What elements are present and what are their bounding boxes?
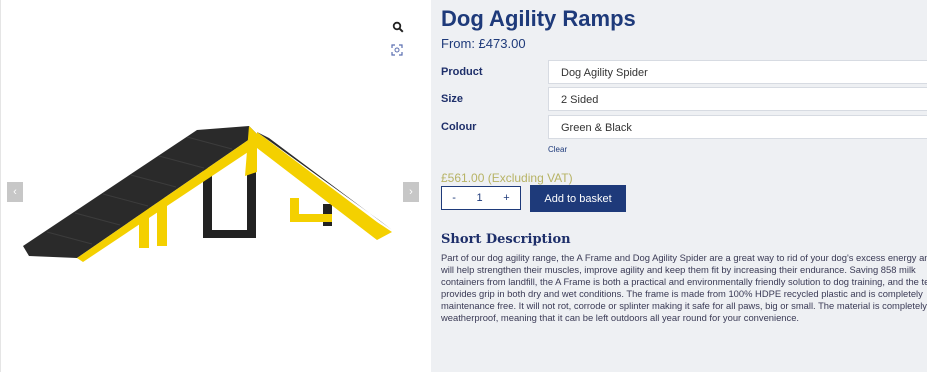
size-option-label: Size [441,93,464,105]
quantity-decrease-button[interactable]: - [452,192,456,204]
short-description-text: Part of our dog agility range, the A Fra… [441,252,927,323]
quantity-input[interactable]: 1 [477,192,483,204]
product-title: Dog Agility Ramps [441,6,636,31]
quantity-increase-button[interactable]: + [503,192,509,204]
from-price: From: £473.00 [441,36,526,51]
clear-link[interactable]: Clear [548,145,567,154]
variant-price: £561.00 (Excluding VAT) [441,171,573,185]
gallery-next-button[interactable]: › [403,182,419,202]
product-select[interactable]: Dog Agility Spider [548,60,927,84]
search-icon[interactable] [389,18,407,36]
product-details: Dog Agility Ramps From: £473.00 Product … [431,0,927,372]
product-image [23,126,392,262]
add-to-basket-button[interactable]: Add to basket [530,185,626,212]
colour-select[interactable]: Green & Black [548,115,927,139]
colour-option-label: Colour [441,121,477,133]
size-select[interactable]: 2 Sided [548,87,927,111]
scan-icon[interactable] [389,42,405,58]
product-gallery: ‹ › [0,0,420,372]
quantity-stepper: - 1 + [441,186,521,210]
short-description-heading: Short Description [441,232,571,247]
product-option-label: Product [441,66,483,78]
